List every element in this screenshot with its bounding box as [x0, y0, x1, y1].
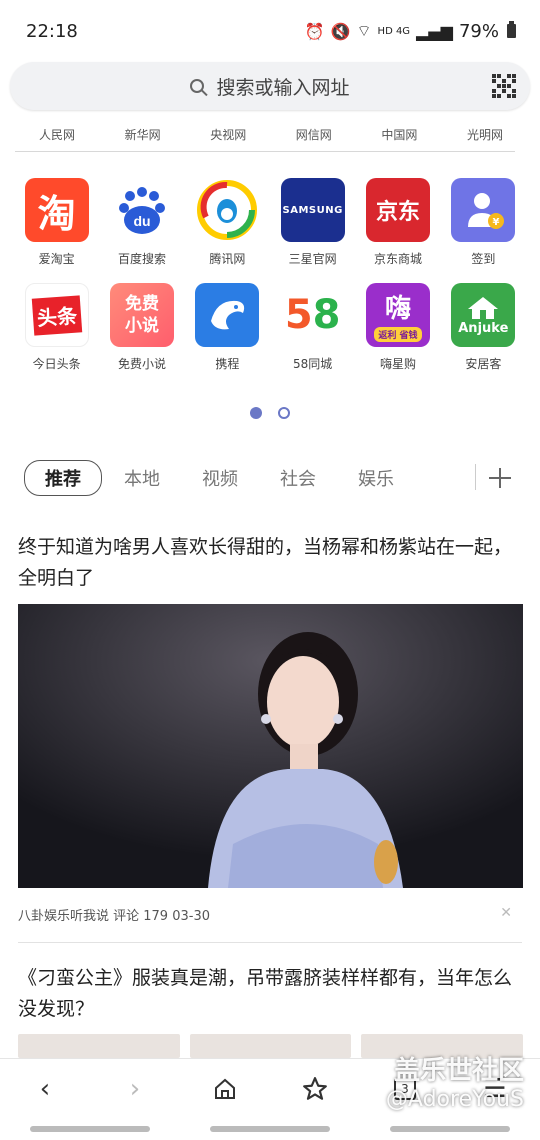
58-icon: 58: [280, 283, 345, 347]
app-shortcut-novel[interactable]: 免费 小说 免费小说: [99, 283, 184, 372]
home-icon[interactable]: [205, 1069, 245, 1109]
watermark: 盖乐世社区 @AdoreYouS: [385, 1056, 524, 1112]
status-bar: 22:18 ⏰ 🔇 ⌔ HD 4G ▂▄▆ 79%: [0, 0, 540, 62]
tab-entertainment[interactable]: 娱乐: [358, 465, 394, 491]
app-label: 签到: [471, 252, 496, 266]
quick-link[interactable]: 央视网: [210, 126, 246, 143]
article-meta: 八卦娱乐听我说 评论 179 03-30 ✕: [18, 905, 522, 924]
quick-link[interactable]: 新华网: [125, 126, 161, 143]
wifi-icon: ⌔: [356, 21, 372, 40]
quick-links: 人民网 新华网 央视网 网信网 中国网 光明网: [15, 118, 515, 152]
app-shortcut-58[interactable]: 58 58同城: [270, 283, 355, 372]
back-icon[interactable]: ‹: [25, 1069, 65, 1109]
quick-link[interactable]: 人民网: [39, 126, 75, 143]
app-label: 百度搜索: [117, 252, 166, 266]
app-label: 嗨星购: [379, 357, 416, 371]
svg-text:¥: ¥: [493, 217, 500, 228]
dismiss-icon[interactable]: ✕: [500, 905, 512, 921]
app-label: 今日头条: [32, 357, 81, 371]
search-icon: [190, 79, 205, 93]
status-time: 22:18: [26, 20, 78, 42]
alarm-icon: ⏰: [304, 21, 325, 41]
article-image[interactable]: [18, 604, 523, 888]
article-title[interactable]: 《刁蛮公主》服装真是潮，吊带露脐装样样都有，当年怎么没发现？: [18, 963, 522, 1025]
add-channel-icon[interactable]: [488, 460, 512, 496]
svg-text:du: du: [133, 213, 150, 229]
ctrip-icon: [195, 283, 260, 347]
search-input[interactable]: 搜索或输入网址: [216, 73, 349, 100]
jd-icon: 京东: [365, 178, 430, 242]
haixinggou-icon: 嗨 返利 省钱: [365, 283, 430, 347]
novel-icon: 免费 小说: [109, 283, 174, 347]
quick-link[interactable]: 中国网: [381, 126, 417, 143]
tab-recommend[interactable]: 推荐: [24, 460, 102, 496]
page-dot[interactable]: [278, 407, 290, 419]
app-label: 京东商城: [373, 252, 422, 266]
signal-icon: ▂▄▆: [416, 21, 453, 41]
article-source-info: 八卦娱乐听我说 评论 179 03-30: [18, 909, 210, 924]
battery-icon: [507, 21, 516, 38]
bookmark-star-icon[interactable]: [295, 1069, 335, 1109]
tab-video[interactable]: 视频: [202, 465, 238, 491]
thumbnail: [18, 1034, 180, 1058]
samsung-icon: SAMSUNG: [280, 178, 345, 242]
gesture-bar: [0, 1126, 540, 1134]
app-label: 安居客: [465, 357, 502, 371]
page-indicator: [250, 407, 290, 419]
app-label: 携程: [215, 357, 240, 371]
app-shortcut-tencent[interactable]: 腾讯网: [185, 178, 270, 267]
app-shortcut-samsung[interactable]: SAMSUNG 三星官网: [270, 178, 355, 267]
toutiao-icon: 头条: [24, 283, 89, 347]
baidu-icon: du: [109, 178, 174, 242]
quick-link[interactable]: 光明网: [467, 126, 503, 143]
app-shortcut-baidu[interactable]: du 百度搜索: [99, 178, 184, 267]
app-grid: 淘 爱淘宝 du 百度搜索 腾讯网 SAMSUNG 三星官网 京东 京东商城 ¥…: [14, 178, 526, 372]
tab-society[interactable]: 社会: [280, 465, 316, 491]
app-label: 爱淘宝: [38, 252, 75, 266]
signin-icon: ¥: [451, 178, 516, 242]
taobao-icon: 淘: [24, 178, 89, 242]
app-label: 免费小说: [117, 357, 166, 371]
app-label: 三星官网: [288, 252, 337, 266]
page-dot-active[interactable]: [250, 407, 262, 419]
qr-scan-icon[interactable]: [492, 74, 516, 98]
app-shortcut-jd[interactable]: 京东 京东商城: [355, 178, 440, 267]
battery-percent: 79%: [458, 20, 499, 42]
search-bar[interactable]: 搜索或输入网址: [10, 62, 530, 110]
quick-link[interactable]: 网信网: [296, 126, 332, 143]
app-label: 58同城: [293, 357, 333, 371]
network-label: HD 4G: [377, 25, 411, 37]
app-shortcut-taobao[interactable]: 淘 爱淘宝: [14, 178, 99, 267]
article-title[interactable]: 终于知道为啥男人喜欢长得甜的，当杨幂和杨紫站在一起，全明白了: [18, 532, 522, 594]
status-icons: ⏰ 🔇 ⌔ HD 4G ▂▄▆ 79%: [305, 21, 516, 42]
app-shortcut-anjuke[interactable]: Anjuke 安居客: [441, 283, 526, 372]
app-label: 腾讯网: [209, 252, 246, 266]
thumbnail: [189, 1034, 352, 1058]
mute-icon: 🔇: [330, 21, 351, 41]
tencent-icon: [195, 178, 260, 242]
app-shortcut-toutiao[interactable]: 头条 今日头条: [14, 283, 99, 372]
forward-icon[interactable]: ›: [115, 1069, 155, 1109]
tab-local[interactable]: 本地: [124, 465, 160, 491]
tabs-divider: [475, 464, 476, 490]
divider: [18, 942, 522, 943]
app-shortcut-haixinggou[interactable]: 嗨 返利 省钱 嗨星购: [355, 283, 440, 372]
app-shortcut-ctrip[interactable]: 携程: [185, 283, 270, 372]
anjuke-icon: Anjuke: [451, 283, 516, 347]
app-shortcut-signin[interactable]: ¥ 签到: [441, 178, 526, 267]
news-tabs: 推荐 本地 视频 社会 娱乐: [0, 456, 540, 500]
